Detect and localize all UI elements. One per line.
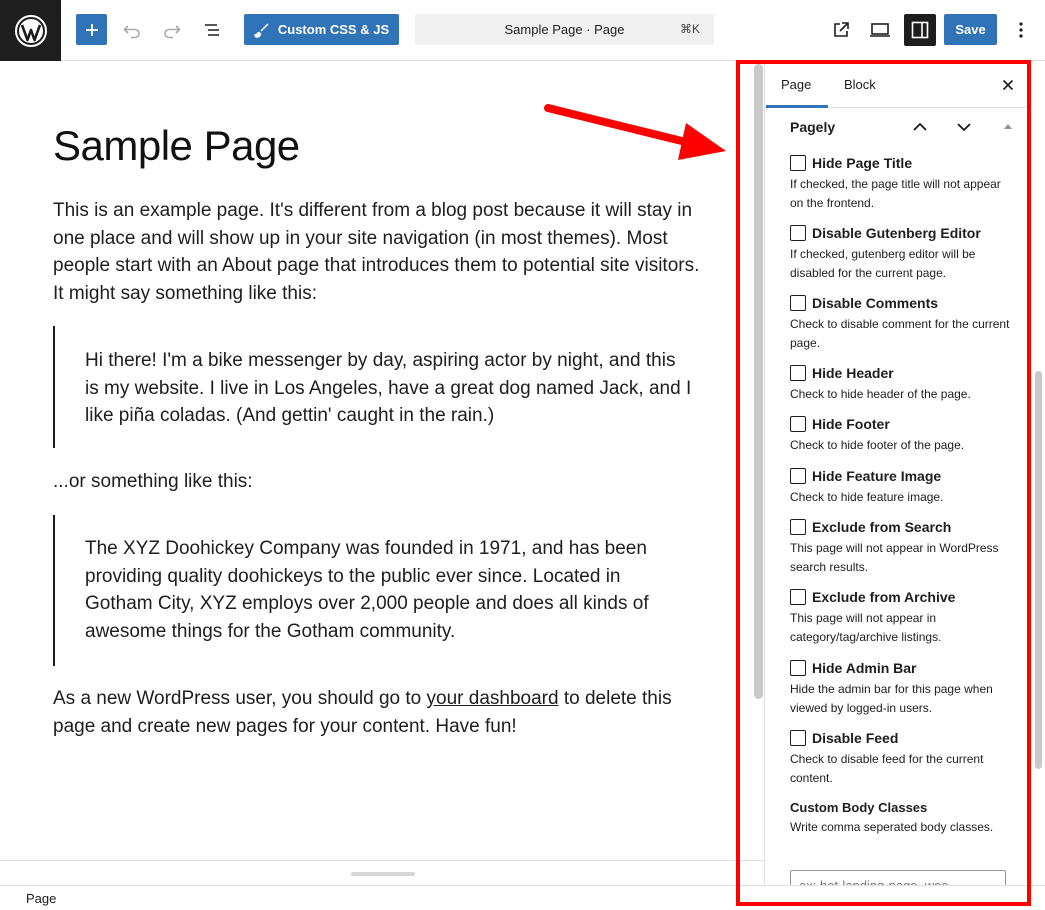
sidebar-icon xyxy=(911,21,929,39)
dashboard-link[interactable]: your dashboard xyxy=(427,688,559,709)
editor-canvas: Sample Page This is an example page. It'… xyxy=(0,61,749,860)
document-overview-button[interactable] xyxy=(198,15,226,45)
settings-sidebar-toggle[interactable] xyxy=(904,14,936,46)
options-menu-button[interactable] xyxy=(1008,15,1034,45)
save-button[interactable]: Save xyxy=(944,14,997,45)
device-preview-button[interactable] xyxy=(866,15,894,45)
redo-icon xyxy=(164,25,181,39)
view-page-button[interactable] xyxy=(827,15,855,45)
paragraph-block[interactable]: As a new WordPress user, you should go t… xyxy=(53,685,703,740)
add-block-button[interactable] xyxy=(76,14,107,45)
red-arrow-icon xyxy=(544,104,726,160)
editor-toolbar: Custom CSS & JS Sample Page · Page ⌘K Sa… xyxy=(0,0,1045,61)
undo-button[interactable] xyxy=(118,15,146,45)
wordpress-logo[interactable] xyxy=(0,0,61,61)
redo-button[interactable] xyxy=(158,15,186,45)
document-title: Sample Page · Page xyxy=(504,22,625,37)
more-vertical-icon xyxy=(1019,22,1023,38)
page-title[interactable]: Sample Page xyxy=(53,122,300,170)
breadcrumb[interactable]: Page xyxy=(26,891,56,906)
desktop-icon xyxy=(870,23,890,37)
editor-footer xyxy=(0,860,764,885)
highlight-box xyxy=(736,60,1031,906)
quote-text: The XYZ Doohickey Company was founded in… xyxy=(85,538,649,642)
command-shortcut: ⌘K xyxy=(679,22,700,36)
paragraph-block[interactable]: ...or something like this: xyxy=(53,468,703,496)
plus-icon xyxy=(85,23,98,36)
quote-text: Hi there! I'm a bike messenger by day, a… xyxy=(85,350,692,426)
list-view-icon xyxy=(205,24,219,36)
quote-block[interactable]: The XYZ Doohickey Company was founded in… xyxy=(53,515,693,666)
resize-handle[interactable] xyxy=(351,872,415,876)
custom-css-js-label: Custom CSS & JS xyxy=(277,22,390,37)
brush-icon xyxy=(254,22,269,38)
quote-block[interactable]: Hi there! I'm a bike messenger by day, a… xyxy=(53,326,693,448)
command-palette-bar[interactable]: Sample Page · Page ⌘K xyxy=(415,14,714,45)
sidebar-scrollbar[interactable] xyxy=(1035,371,1042,769)
paragraph-block[interactable]: This is an example page. It's different … xyxy=(53,197,703,307)
paragraph-text: As a new WordPress user, you should go t… xyxy=(53,688,427,709)
undo-icon xyxy=(123,25,140,39)
wordpress-icon xyxy=(14,14,47,47)
external-link-icon xyxy=(834,22,849,37)
custom-css-js-button[interactable]: Custom CSS & JS xyxy=(244,14,399,45)
